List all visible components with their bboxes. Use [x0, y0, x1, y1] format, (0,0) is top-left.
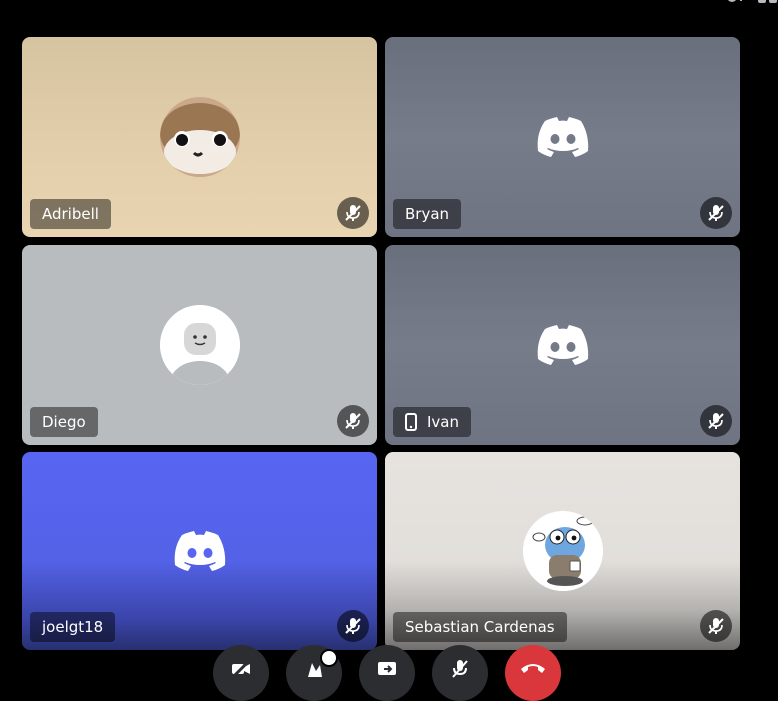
mic-muted-icon — [708, 618, 724, 634]
mic-muted-icon — [708, 413, 724, 429]
mic-muted-button[interactable] — [337, 197, 369, 229]
gopher-avatar-image — [522, 511, 603, 591]
mic-muted-icon — [345, 413, 361, 429]
mic-icon — [452, 660, 468, 678]
end-call-icon — [521, 664, 545, 673]
mobile-phone-icon — [405, 413, 417, 431]
microphone-button[interactable] — [432, 645, 488, 701]
mic-muted-button[interactable] — [700, 610, 732, 642]
participant-avatar — [523, 97, 603, 177]
participant-avatar — [159, 305, 240, 385]
mic-muted-button[interactable] — [337, 405, 369, 437]
mic-muted-button[interactable] — [700, 405, 732, 437]
screen-share-icon — [378, 662, 396, 675]
participant-name-pill: Sebastian Cardenas — [393, 612, 567, 642]
participant-name: joelgt18 — [42, 618, 104, 636]
default-avatar-image — [159, 305, 240, 385]
participant-name: Bryan — [405, 205, 450, 223]
discord-logo-icon — [537, 117, 588, 157]
participant-tile-ivan[interactable]: Ivan — [385, 245, 740, 445]
end-call-button[interactable] — [505, 645, 561, 701]
activity-button[interactable] — [286, 645, 342, 701]
participant-name: Ivan — [427, 413, 459, 431]
discord-logo-icon — [174, 531, 225, 571]
participant-avatar — [522, 511, 603, 591]
mic-muted-icon — [345, 205, 361, 221]
participant-name-pill: Adribell — [30, 199, 111, 229]
participant-name-pill: Bryan — [393, 199, 462, 229]
mic-muted-button[interactable] — [700, 197, 732, 229]
discord-logo-icon — [537, 325, 588, 365]
participant-tile-bryan[interactable]: Bryan — [385, 37, 740, 237]
mic-muted-button[interactable] — [337, 610, 369, 642]
participant-name: Adribell — [42, 205, 99, 223]
mic-muted-icon — [708, 205, 724, 221]
participant-tile-sebastian-cardenas[interactable]: Sebastian Cardenas — [385, 452, 740, 650]
participant-tile-adribell[interactable]: Adribell — [22, 37, 377, 237]
call-controls — [213, 645, 561, 701]
notification-dot — [320, 649, 338, 667]
participant-tile-joelgt18[interactable]: joelgt18 — [22, 452, 377, 650]
participant-name-pill: Ivan — [393, 407, 471, 437]
participant-avatar — [159, 97, 240, 177]
camera-off-icon — [231, 659, 251, 679]
participant-avatar — [523, 305, 603, 385]
participant-name: Diego — [42, 413, 86, 431]
top-toolbar — [724, 0, 778, 4]
screen-share-button[interactable] — [359, 645, 415, 701]
participant-tile-diego[interactable]: Diego — [22, 245, 377, 445]
grid-layout-icon[interactable] — [758, 0, 778, 4]
participant-name-pill: joelgt18 — [30, 612, 116, 642]
participant-avatar — [160, 511, 240, 591]
plush-avatar-image — [159, 97, 240, 177]
mic-muted-icon — [345, 618, 361, 634]
participant-name-pill: Diego — [30, 407, 98, 437]
participant-name: Sebastian Cardenas — [405, 618, 555, 636]
add-user-icon[interactable] — [724, 0, 744, 4]
camera-button[interactable] — [213, 645, 269, 701]
